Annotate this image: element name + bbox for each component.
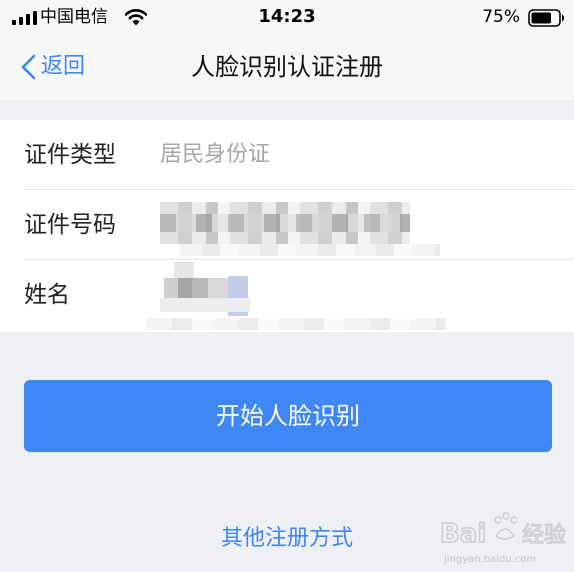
start-face-recognition-button[interactable]: 开始人脸识别 [24,380,552,452]
svg-text:经验: 经验 [522,523,566,548]
id-type-label: 证件类型 [24,142,116,168]
status-bar: 中国电信 14:23 75% [0,0,574,36]
name-row[interactable]: 姓名 [0,260,574,330]
id-number-row[interactable]: 证件号码 [0,190,574,260]
battery-icon [528,9,565,27]
name-masked-value[interactable] [146,260,450,330]
id-type-value[interactable]: 居民身份证 [160,140,270,170]
id-number-masked-value[interactable] [160,190,450,260]
nav-bar: 返回 人脸识别认证注册 [0,36,574,100]
page-title: 人脸识别认证注册 [191,53,383,81]
registration-form: 证件类型 居民身份证 证件号码 姓名 [0,120,574,332]
id-number-label: 证件号码 [24,212,116,238]
svg-text:Bai: Bai [440,519,486,549]
svg-text:jingyan.baidu.com: jingyan.baidu.com [443,554,536,565]
name-label: 姓名 [24,282,70,308]
battery-percent: 75% [482,7,520,27]
baidu-jingyan-watermark-logo: Bai 经验 jingyan.baidu.com [439,512,567,565]
id-type-row[interactable]: 证件类型 居民身份证 [0,120,574,190]
